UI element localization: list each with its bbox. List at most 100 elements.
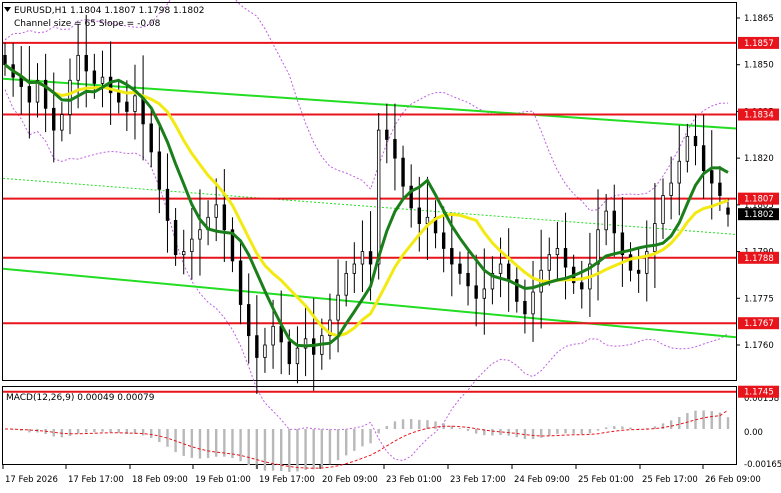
candle-body	[524, 301, 527, 313]
macd-bar	[207, 429, 209, 458]
candle-body	[483, 289, 486, 298]
candle-body	[686, 136, 689, 161]
symbol-line: EURUSD,H1 1.1804 1.1807 1.1798 1.1802	[14, 6, 205, 16]
candle-body	[85, 55, 88, 71]
macd-bar	[678, 417, 680, 429]
macd-bar	[109, 429, 111, 432]
price-axis: 1.18651.18501.18351.18201.18051.17901.17…	[736, 14, 779, 398]
candle-body	[377, 130, 380, 264]
time-tick-label: 25 Feb 01:00	[578, 475, 634, 485]
macd-bar	[264, 429, 266, 471]
candle-body	[4, 55, 7, 64]
macd-bar	[256, 429, 258, 469]
macd-bar	[459, 428, 461, 429]
candle-body	[450, 248, 453, 264]
price-tick-label: 1.1760	[744, 341, 774, 351]
candle-body	[264, 345, 267, 357]
macd-bar	[475, 429, 477, 434]
candle-body	[191, 239, 194, 251]
macd-bar	[361, 429, 363, 446]
macd-bar	[345, 429, 347, 455]
candle-body	[613, 211, 616, 233]
candle-body	[174, 220, 177, 254]
channel-line: Channel size = 65 Slope = -0.08	[14, 19, 161, 29]
macd-bar	[548, 429, 550, 436]
macd-tick-label: 0.00	[744, 428, 763, 438]
chart-root: 0.001580.00-0.00165 1.18651.18501.18351.…	[0, 0, 781, 489]
candle-body	[126, 102, 129, 111]
macd-bar	[142, 429, 144, 435]
macd-bar	[434, 421, 436, 429]
candle-body	[694, 136, 697, 145]
macd-bar	[28, 429, 30, 432]
candle-body	[426, 217, 429, 223]
candle-body	[296, 348, 299, 364]
time-tick-label: 24 Feb 09:00	[514, 475, 570, 485]
candle-body	[256, 336, 259, 358]
macd-bar	[491, 429, 493, 435]
candle-body	[710, 171, 713, 183]
macd-bar	[337, 429, 339, 460]
macd-bar	[321, 429, 323, 467]
candle-body	[442, 233, 445, 249]
macd-bar	[613, 426, 615, 429]
macd-bar	[564, 429, 566, 433]
macd-bar	[386, 426, 388, 429]
price-chart[interactable]: 0.001580.00-0.00165 1.18651.18501.18351.…	[0, 0, 781, 489]
macd-bar	[53, 429, 55, 436]
time-tick-label: 18 Feb 09:00	[132, 475, 188, 485]
level-price-label: 1.1834	[744, 111, 774, 121]
macd-bar	[199, 429, 201, 459]
macd-bar	[418, 420, 420, 429]
macd-bar	[183, 429, 185, 456]
macd-bar	[605, 427, 607, 429]
candle-body	[678, 161, 681, 183]
candle-body	[532, 292, 535, 314]
macd-bar	[353, 429, 355, 451]
candle-body	[182, 252, 185, 255]
candle-body	[93, 71, 96, 83]
macd-bar	[524, 429, 526, 439]
candle-body	[605, 211, 608, 230]
time-tick-label: 19 Feb 01:00	[195, 475, 251, 485]
candle-body	[637, 270, 640, 273]
candle-body	[475, 286, 478, 298]
macd-bar	[312, 429, 314, 469]
candle-body	[199, 230, 202, 239]
macd-bar	[248, 429, 250, 465]
candle-body	[345, 273, 348, 295]
macd-bar	[158, 429, 160, 442]
candle-body	[61, 115, 64, 131]
macd-bar	[702, 410, 704, 429]
macd-bar	[272, 429, 274, 471]
candle-body	[564, 248, 567, 267]
macd-bar	[288, 429, 290, 472]
candle-body	[597, 230, 600, 264]
candle-body	[158, 152, 161, 189]
candle-body	[353, 264, 356, 273]
macd-bar	[629, 428, 631, 429]
macd-bar	[191, 429, 193, 458]
candle-body	[101, 77, 104, 83]
macd-bar	[394, 421, 396, 429]
macd-bar	[410, 419, 412, 429]
macd-bar	[621, 426, 623, 429]
candle-body	[215, 205, 218, 217]
candle-body	[69, 80, 72, 114]
macd-bar	[304, 429, 306, 470]
macd-bar	[727, 417, 729, 429]
macd-bar	[85, 429, 87, 432]
macd-label: MACD(12,26,9) 0.00049 0.00079	[6, 393, 155, 403]
candle-body	[580, 283, 583, 289]
macd-bar	[369, 429, 371, 443]
candle-body	[369, 252, 372, 264]
candle-body	[134, 96, 137, 112]
time-tick-label: 20 Feb 09:00	[322, 475, 378, 485]
price-tick-label: 1.1820	[744, 154, 774, 164]
macd-bar	[77, 429, 79, 434]
candle-body	[467, 273, 470, 285]
macd-bar	[516, 429, 518, 437]
time-tick-label: 26 Feb 09:00	[705, 475, 761, 485]
macd-bar	[150, 429, 152, 438]
candle-body	[166, 189, 169, 220]
